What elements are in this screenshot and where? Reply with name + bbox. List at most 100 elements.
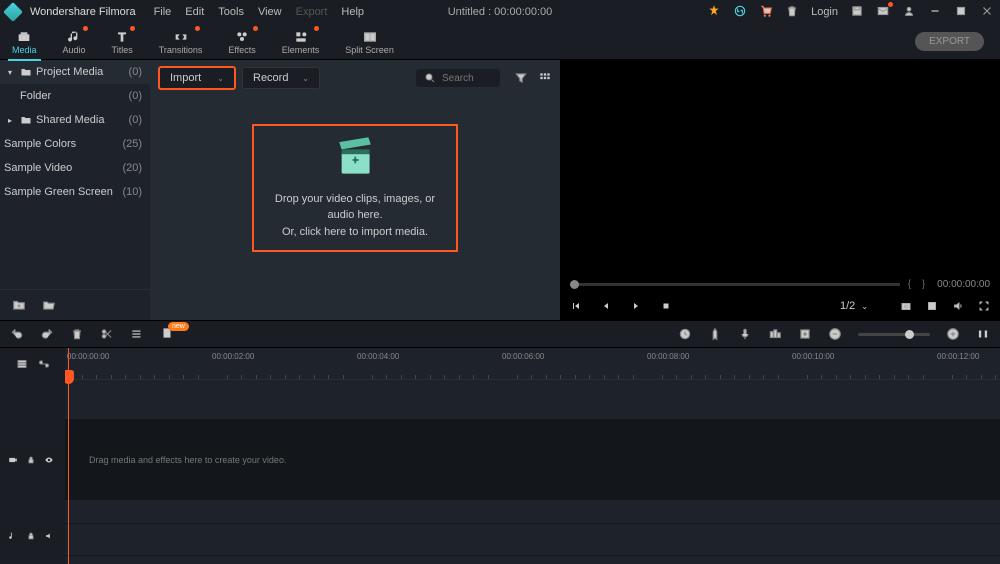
audio-icon — [66, 30, 82, 44]
keyframe-icon[interactable] — [798, 327, 812, 341]
record-dropdown[interactable]: Record⌄ — [242, 67, 320, 89]
track-manager-icon[interactable] — [16, 358, 28, 370]
chevron-down-icon: ⌄ — [861, 302, 868, 311]
menu-help[interactable]: Help — [341, 6, 364, 18]
marker-color-button[interactable]: new — [160, 326, 174, 343]
link-track-icon[interactable] — [38, 358, 50, 370]
lock-icon[interactable] — [26, 455, 36, 465]
effects-icon — [234, 30, 250, 44]
mute-icon[interactable] — [44, 531, 54, 541]
preview-scrubber[interactable] — [570, 283, 900, 286]
preview-controls: 1/2⌄ — [560, 292, 1000, 320]
render-icon[interactable] — [678, 327, 692, 341]
menu-file[interactable]: File — [154, 6, 172, 18]
menu-export: Export — [296, 6, 328, 18]
close-button[interactable] — [980, 4, 994, 21]
zoom-slider[interactable] — [858, 333, 930, 336]
support-icon[interactable] — [733, 4, 747, 21]
snapshot-icon[interactable] — [900, 300, 912, 312]
timeline-track-headers — [0, 348, 65, 564]
preview-scale-select[interactable]: 1/2⌄ — [840, 300, 868, 312]
timeline-video-track[interactable]: Drag media and effects here to create yo… — [65, 420, 1000, 500]
search-input[interactable] — [442, 73, 492, 84]
lock-icon[interactable] — [26, 531, 36, 541]
preview-timecode: 00:00:00:00 — [937, 279, 990, 290]
media-panel: Import⌄ Record⌄ Drop yo — [150, 60, 560, 320]
timeline-audio-track[interactable] — [65, 524, 1000, 556]
zoom-out-icon[interactable] — [828, 327, 842, 341]
import-drop-zone[interactable]: Drop your video clips, images, or audio … — [252, 124, 458, 252]
split-button[interactable] — [100, 327, 114, 341]
transitions-icon — [173, 30, 189, 44]
sidebar-item-folder[interactable]: Folder (0) — [0, 84, 150, 108]
visibility-icon[interactable] — [44, 455, 54, 465]
timeline-track[interactable] — [65, 380, 1000, 420]
ruler-tick: 00:00:02:00 — [212, 352, 254, 361]
filter-icon[interactable] — [514, 71, 528, 85]
menubar: File Edit Tools View Export Help — [154, 6, 364, 18]
account-icon[interactable] — [902, 4, 916, 21]
play-button[interactable] — [630, 300, 642, 312]
video-track-header[interactable] — [0, 420, 65, 500]
save-icon[interactable] — [850, 4, 864, 21]
fullscreen-icon[interactable] — [978, 300, 990, 312]
volume-icon[interactable] — [952, 300, 964, 312]
audio-track-header[interactable] — [0, 516, 65, 556]
export-button[interactable]: EXPORT — [915, 32, 984, 51]
search-box[interactable] — [416, 69, 500, 87]
zoom-in-icon[interactable] — [946, 327, 960, 341]
tab-audio[interactable]: Audio — [59, 24, 90, 60]
tab-media[interactable]: Media — [8, 24, 41, 60]
new-folder-icon[interactable] — [12, 298, 26, 312]
sidebar-item-sample-colors[interactable]: Sample Colors (25) — [0, 132, 150, 156]
prev-frame-button[interactable] — [570, 300, 582, 312]
play-back-button[interactable] — [600, 300, 612, 312]
folder-icon — [20, 66, 32, 78]
menu-tools[interactable]: Tools — [218, 6, 244, 18]
timeline-ruler[interactable]: 00:00:00:0000:00:02:0000:00:04:0000:00:0… — [65, 348, 1000, 380]
sidebar-item-project-media[interactable]: ▾ Project Media (0) — [0, 60, 150, 84]
chevron-down-icon: ▾ — [8, 68, 16, 77]
sidebar-item-sample-green-screen[interactable]: Sample Green Screen (10) — [0, 180, 150, 204]
in-out-brackets[interactable]: { } — [908, 279, 929, 290]
message-icon[interactable] — [876, 4, 890, 21]
import-dropdown[interactable]: Import⌄ — [158, 66, 236, 90]
ruler-tick: 00:00:08:00 — [647, 352, 689, 361]
login-link[interactable]: Login — [811, 6, 838, 18]
tab-titles[interactable]: Titles — [108, 24, 137, 60]
premium-icon[interactable] — [707, 4, 721, 21]
cart-icon[interactable] — [759, 4, 773, 21]
elements-icon — [293, 30, 309, 44]
menu-edit[interactable]: Edit — [185, 6, 204, 18]
minimize-button[interactable] — [928, 4, 942, 21]
playhead[interactable] — [68, 348, 69, 564]
undo-button[interactable] — [10, 327, 24, 341]
timeline-track[interactable] — [65, 500, 1000, 524]
sidebar-item-shared-media[interactable]: ▸ Shared Media (0) — [0, 108, 150, 132]
zoom-fit-icon[interactable] — [976, 327, 990, 341]
redo-button[interactable] — [40, 327, 54, 341]
preview-viewport[interactable] — [560, 60, 1000, 276]
tab-effects[interactable]: Effects — [224, 24, 259, 60]
menu-view[interactable]: View — [258, 6, 282, 18]
stop-button[interactable] — [660, 300, 672, 312]
grid-view-icon[interactable] — [538, 71, 552, 85]
trash-titlebar-icon[interactable] — [785, 4, 799, 21]
media-sidebar: ▾ Project Media (0) Folder (0) ▸ Shared … — [0, 60, 150, 320]
marker-add-icon[interactable] — [708, 327, 722, 341]
maximize-button[interactable] — [954, 4, 968, 21]
quality-icon[interactable] — [926, 300, 938, 312]
tab-split-screen[interactable]: Split Screen — [341, 24, 398, 60]
timeline-tracks-area[interactable]: 00:00:00:0000:00:02:0000:00:04:0000:00:0… — [65, 348, 1000, 564]
mixer-icon[interactable] — [768, 327, 782, 341]
preview-scrubber-row: { } 00:00:00:00 — [560, 276, 1000, 292]
tab-elements[interactable]: Elements — [278, 24, 324, 60]
folder-open-icon[interactable] — [42, 298, 56, 312]
delete-button[interactable] — [70, 327, 84, 341]
record-voiceover-icon[interactable] — [738, 327, 752, 341]
chevron-right-icon: ▸ — [8, 116, 16, 125]
edit-mode-icon[interactable] — [130, 327, 144, 341]
sidebar-item-sample-video[interactable]: Sample Video (20) — [0, 156, 150, 180]
tab-transitions[interactable]: Transitions — [155, 24, 207, 60]
split-icon — [362, 30, 378, 44]
